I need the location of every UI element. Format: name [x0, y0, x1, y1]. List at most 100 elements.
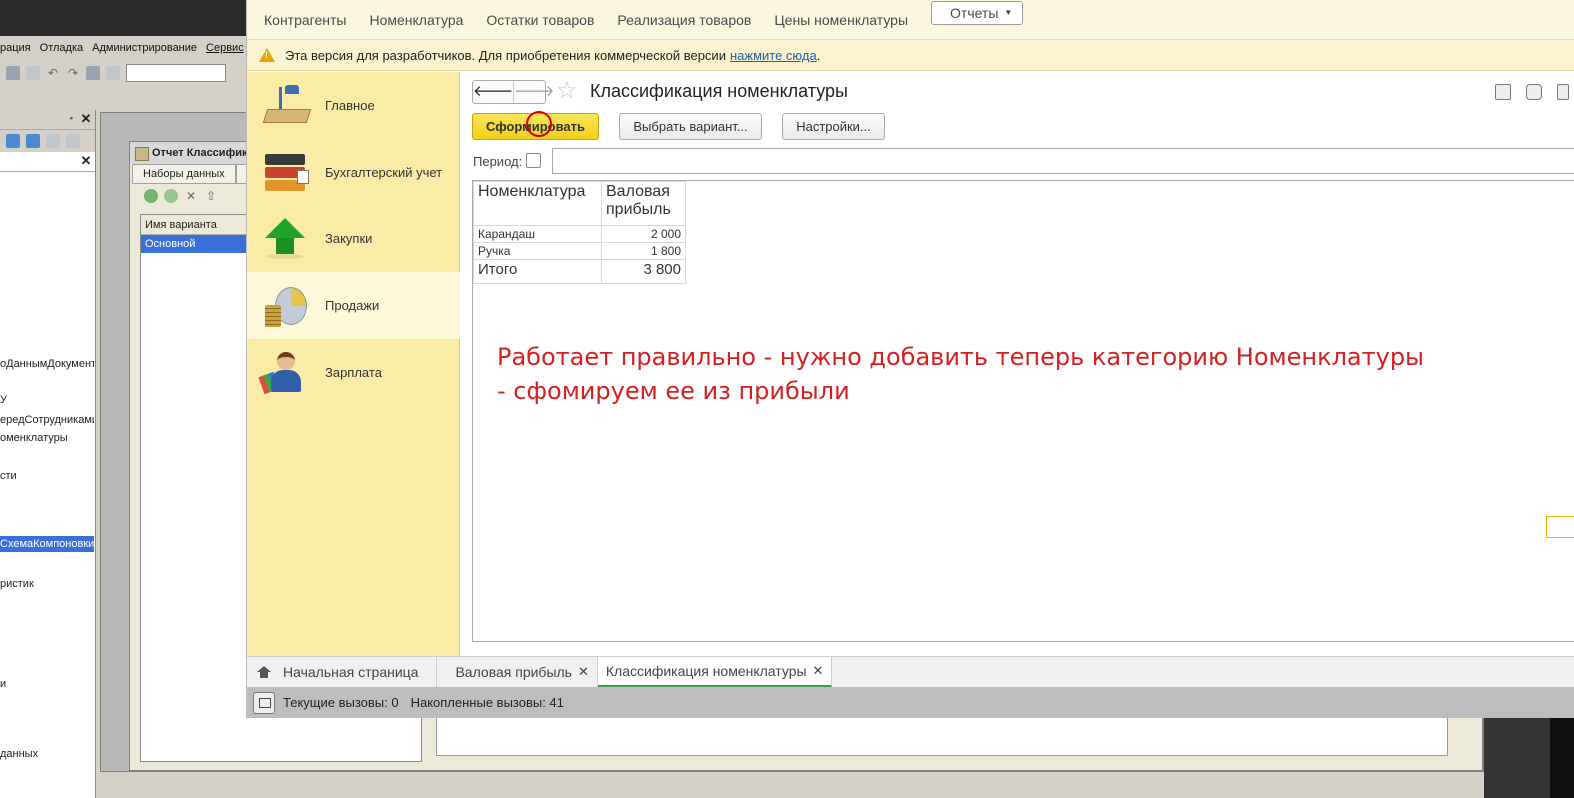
move-up-icon[interactable]: ⇧ — [204, 189, 218, 203]
section-sales[interactable]: Продажи — [247, 272, 460, 339]
section-salary[interactable]: Зарплата — [247, 339, 460, 406]
undo-icon[interactable]: ↶ — [46, 66, 60, 80]
preview-icon[interactable] — [26, 66, 40, 80]
close-icon[interactable]: ✕ — [79, 112, 93, 126]
status-bar: Текущие вызовы: 0 Накопленные вызовы: 41 — [247, 687, 1574, 718]
tree-item[interactable]: и — [0, 676, 94, 692]
pin-icon[interactable]: ▪ — [70, 113, 73, 123]
choose-variant-button[interactable]: Выбрать вариант... — [619, 113, 762, 140]
save-icon[interactable] — [1495, 84, 1511, 100]
report-header-row: Номенклатура Валовая прибыль — [473, 181, 686, 226]
tree-item[interactable]: сти — [0, 468, 94, 484]
warning-icon — [259, 48, 275, 62]
open-tab-label: Классификация номенклатуры — [605, 663, 807, 679]
tree-item[interactable]: ристик — [0, 576, 94, 592]
section-label: Зарплата — [325, 365, 382, 380]
tree-item[interactable]: СхемаКомпоновки — [0, 536, 94, 552]
preview-icon[interactable] — [1557, 84, 1569, 100]
click-highlight-circle — [526, 111, 552, 137]
table-row: Карандаш 2 000 — [473, 225, 686, 243]
add-icon[interactable] — [144, 189, 158, 203]
menu-item-debug[interactable]: Отладка — [40, 42, 83, 54]
delete-icon[interactable]: ✕ — [184, 189, 198, 203]
close-tab-icon[interactable]: ✕ — [813, 663, 824, 679]
binders-icon — [261, 150, 311, 196]
performance-monitor-icon[interactable] — [253, 691, 275, 714]
tree-item[interactable]: оДаннымДокумента — [0, 356, 94, 372]
highlighted-field[interactable] — [1546, 516, 1574, 538]
tree-item[interactable]: У — [0, 392, 94, 408]
settings-button[interactable]: Настройки... — [782, 113, 885, 140]
tree-filter-input[interactable]: ✕ — [0, 152, 95, 172]
row-name[interactable]: Ручка — [473, 242, 602, 260]
red-annotation: Работает правильно - нужно добавить тепе… — [497, 340, 1424, 408]
section-label: Закупки — [325, 231, 373, 246]
row-value[interactable]: 1 800 — [601, 242, 686, 260]
move-up-icon[interactable] — [6, 134, 20, 148]
print-icon[interactable] — [6, 66, 20, 80]
green-up-arrow-icon — [261, 216, 311, 262]
filter-icon[interactable] — [66, 134, 80, 148]
forward-arrow-icon[interactable]: 🡒 — [514, 81, 554, 103]
report-table: Номенклатура Валовая прибыль Карандаш 2 … — [473, 181, 686, 284]
tree-item[interactable]: ередСотрудниками — [0, 412, 94, 428]
top-navigation: Контрагенты Номенклатура Остатки товаров… — [247, 0, 1574, 40]
menu-item-operations[interactable]: рация — [0, 42, 31, 54]
period-input[interactable] — [552, 148, 1574, 174]
tab-datasets[interactable]: Наборы данных — [132, 164, 236, 184]
reports-button-label: Отчеты — [950, 4, 999, 21]
properties-icon[interactable] — [46, 134, 60, 148]
purchase-link[interactable]: нажмите сюда — [730, 48, 817, 63]
desk-lamp-icon — [261, 83, 312, 129]
form-title: Классификация номенклатуры — [590, 81, 848, 101]
open-tab-gross-profit[interactable]: Валовая прибыль ✕ — [437, 657, 598, 687]
section-accounting[interactable]: Бухгалтерский учет — [247, 139, 460, 206]
section-main[interactable]: Главное — [247, 72, 460, 139]
favorite-star-icon[interactable]: ☆ — [556, 78, 578, 104]
configurator-search-input[interactable] — [126, 64, 226, 82]
open-tab-home[interactable]: Начальная страница — [247, 657, 438, 687]
current-calls: Текущие вызовы: 0 — [283, 695, 399, 710]
open-tab-label: Валовая прибыль — [455, 664, 572, 680]
warning-text: Эта версия для разработчиков. Для приобр… — [285, 47, 726, 63]
open-tab-classification[interactable]: Классификация номенклатуры ✕ — [597, 657, 833, 687]
redo-icon[interactable]: ↷ — [66, 66, 80, 80]
background-dark-area-2 — [1550, 712, 1574, 798]
chevron-down-icon: ▼ — [1004, 7, 1013, 17]
nav-link-sales[interactable]: Реализация товаров — [617, 12, 751, 28]
total-row: Итого 3 800 — [473, 259, 686, 284]
section-label: Бухгалтерский учет — [325, 165, 443, 180]
annotation-line-1: Работает правильно - нужно добавить тепе… — [497, 343, 1424, 371]
print-icon[interactable] — [1526, 84, 1542, 100]
row-name[interactable]: Карандаш — [473, 225, 602, 243]
menu-item-administration[interactable]: Администрирование — [92, 42, 197, 54]
add-copy-icon[interactable] — [164, 189, 178, 203]
period-checkbox[interactable] — [526, 153, 541, 168]
nav-link-stock[interactable]: Остатки товаров — [486, 12, 594, 28]
reports-dropdown-button[interactable]: Отчеты ▼ — [931, 0, 1024, 25]
close-tab-icon[interactable]: ✕ — [578, 664, 589, 680]
nav-link-prices[interactable]: Цены номенклатуры — [774, 12, 908, 28]
move-down-icon[interactable] — [26, 134, 40, 148]
configurator-titlebar — [0, 0, 246, 36]
back-arrow-icon[interactable]: 🡐 — [473, 81, 515, 103]
tree-panel-header: ▪ ✕ — [0, 110, 95, 130]
open-windows-bar: Начальная страница Валовая прибыль ✕ Кла… — [247, 656, 1574, 687]
section-purchases[interactable]: Закупки — [247, 205, 460, 272]
column-header-nomenclature[interactable]: Номенклатура — [473, 181, 602, 226]
total-value[interactable]: 3 800 — [601, 259, 686, 284]
nav-link-nomenclature[interactable]: Номенклатура — [369, 12, 463, 28]
sections-panel: Главное Бухгалтерский учет Закупки Прода… — [247, 72, 460, 656]
total-label[interactable]: Итого — [473, 259, 602, 284]
annotation-line-2: - сфомируем ее из прибыли — [497, 377, 850, 405]
clear-filter-icon[interactable]: ✕ — [79, 154, 93, 168]
employee-icon — [258, 350, 311, 396]
menu-item-service[interactable]: Сервис — [206, 42, 244, 54]
nav-link-counterparties[interactable]: Контрагенты — [264, 12, 346, 28]
column-header-gross-profit[interactable]: Валовая прибыль — [601, 181, 686, 226]
row-value[interactable]: 2 000 — [601, 225, 686, 243]
tree-item[interactable]: оменклатуры — [0, 430, 94, 446]
find-in-module-icon[interactable] — [86, 66, 100, 80]
tree-item[interactable]: данных — [0, 746, 94, 762]
search-icon[interactable] — [106, 66, 120, 80]
